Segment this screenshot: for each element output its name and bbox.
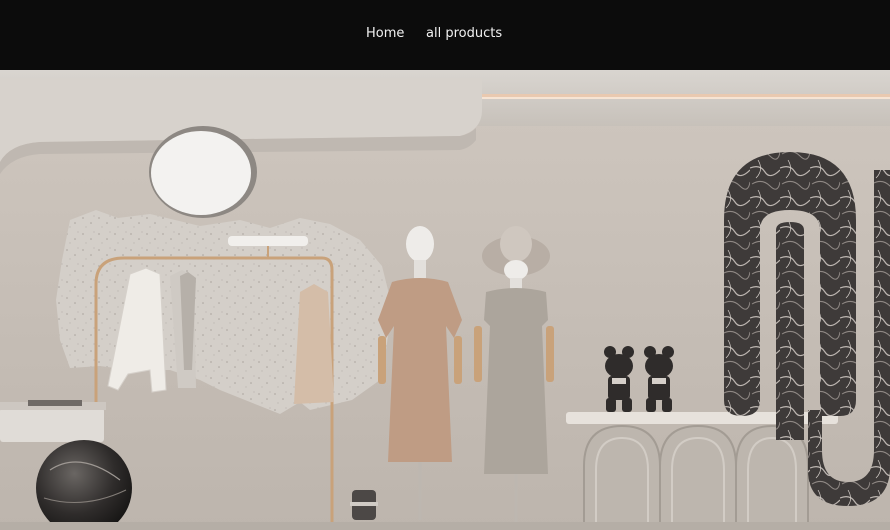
top-navbar: Home all products <box>0 0 890 70</box>
nav-link-all-products[interactable]: all products <box>426 26 502 42</box>
nav-link-home[interactable]: Home <box>366 26 404 42</box>
hero-image <box>0 70 890 530</box>
boutique-interior-illustration <box>0 70 890 530</box>
